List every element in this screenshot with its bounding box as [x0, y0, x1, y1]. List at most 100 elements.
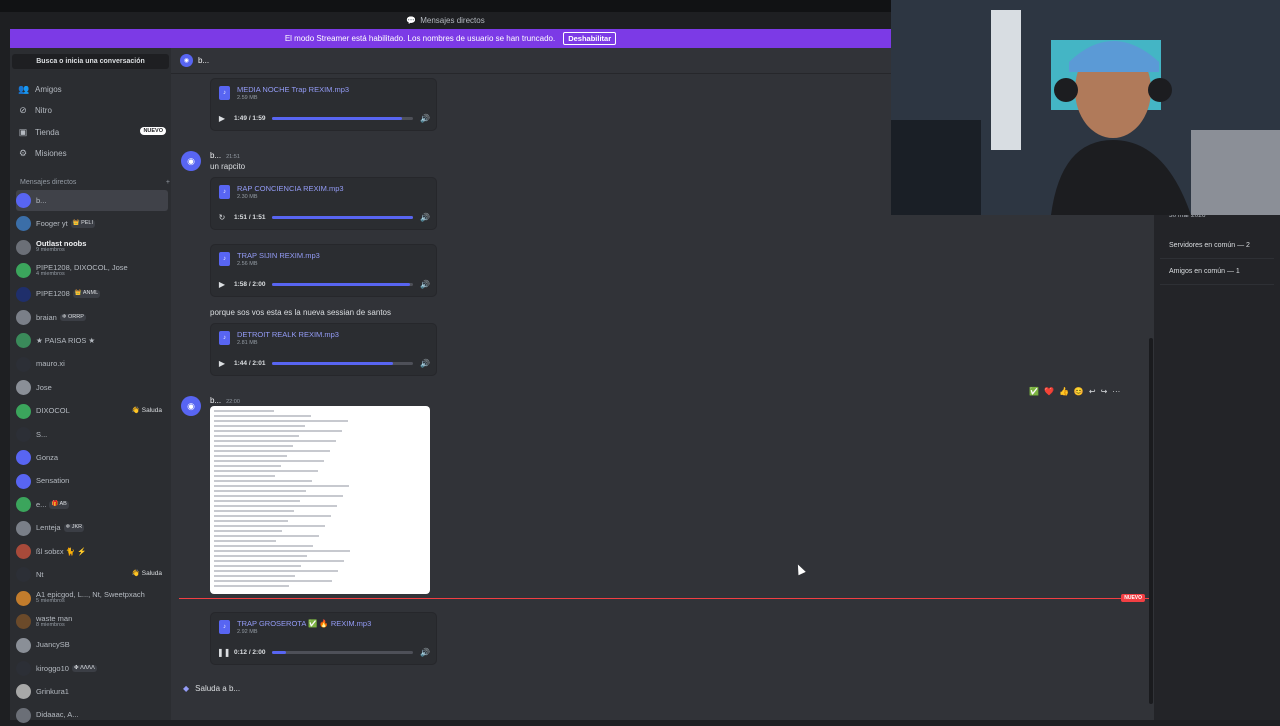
- play-icon[interactable]: ▶: [217, 359, 227, 368]
- file-size: 2.56 MB: [237, 261, 258, 267]
- dm-text: ßl sobɛx 🐈 ⚡: [36, 547, 86, 556]
- avatar: [16, 637, 31, 653]
- forward-icon[interactable]: ↪: [1101, 387, 1108, 396]
- webcam-overlay: [891, 0, 1280, 215]
- dm-item[interactable]: kiroggo10 ✤ ɅɅɅɅ: [16, 658, 168, 679]
- dm-text: Nt: [36, 571, 44, 579]
- play-icon[interactable]: ▶: [217, 280, 227, 289]
- dm-item[interactable]: PIPE1208 👑 ANML: [16, 284, 168, 305]
- dm-item[interactable]: Lenteja ❄ JKR: [16, 518, 168, 539]
- audio-seekbar[interactable]: [272, 362, 414, 365]
- chat-scrollbar[interactable]: [1149, 338, 1153, 704]
- avatar: [16, 567, 31, 583]
- author-avatar[interactable]: ◉: [181, 396, 201, 416]
- audio-file-icon: ♪: [219, 620, 230, 634]
- dm-item[interactable]: e... 🎁 AB: [16, 494, 168, 515]
- dm-item[interactable]: Grinkura1: [16, 681, 168, 702]
- dm-item[interactable]: Didaaac, A...: [16, 705, 168, 726]
- dm-item[interactable]: Sensation: [16, 471, 168, 492]
- audio-seekbar[interactable]: [272, 117, 414, 120]
- message-author[interactable]: b...: [210, 396, 221, 405]
- dm-item[interactable]: A1 epicgod, L..., Nt, Sweetpxach 5 miembr…: [16, 588, 168, 609]
- avatar: [16, 544, 31, 559]
- dm-item[interactable]: DIXOCOL 👋 Saluda: [16, 401, 168, 422]
- reply-icon[interactable]: ↩: [1089, 387, 1096, 396]
- screenshot-line: [214, 555, 307, 557]
- dm-item[interactable]: braian ❄ ORRP: [16, 307, 168, 328]
- react-heart-icon[interactable]: ❤️: [1044, 387, 1054, 396]
- audio-seekbar[interactable]: [272, 283, 414, 286]
- banner-text: El modo Streamer está habilitado. Los no…: [284, 34, 556, 43]
- author-avatar[interactable]: ◉: [181, 151, 201, 171]
- dm-item[interactable]: mauro.xi: [16, 354, 168, 375]
- file-name-link[interactable]: MEDIA NOCHE Trap REXIM.mp3: [237, 85, 349, 94]
- friends-icon: 👥: [18, 83, 30, 94]
- add-dm-icon[interactable]: +: [166, 179, 170, 186]
- react-thumbs-up-icon[interactable]: 👍: [1059, 387, 1069, 396]
- screenshot-line: [214, 465, 281, 467]
- file-name-link[interactable]: TRAP GROSEROTA ✅ 🔥 REXIM.mp3: [237, 619, 371, 628]
- mutual-servers[interactable]: Servidores en común — 2: [1169, 242, 1250, 249]
- new-messages-divider: NUEVO: [179, 594, 1149, 602]
- screenshot-line: [214, 525, 325, 527]
- dm-item[interactable]: Fooger yt 👑 PELI: [16, 213, 168, 234]
- dm-item[interactable]: b...: [16, 190, 168, 211]
- volume-icon[interactable]: 🔊: [420, 359, 430, 368]
- screenshot-line: [214, 470, 318, 472]
- dm-item[interactable]: Jose: [16, 377, 168, 398]
- dm-text: e... 🎁 AB: [36, 500, 69, 509]
- dm-item[interactable]: JuancySB: [16, 635, 168, 656]
- file-size: 2.30 MB: [237, 194, 258, 200]
- dm-item[interactable]: Outlast noobs 9 miembros: [16, 237, 168, 258]
- nav-label: Tienda: [35, 127, 60, 137]
- volume-icon[interactable]: 🔊: [420, 648, 430, 657]
- search-conversation-button[interactable]: Busca o inicia una conversación: [12, 54, 169, 69]
- file-name-link[interactable]: RAP CONCIENCIA REXIM.mp3: [237, 184, 344, 193]
- dm-name: Jose: [36, 382, 52, 392]
- audio-attachment: ♪ MEDIA NOCHE Trap REXIM.mp3 2.59 MB ▶ 1…: [210, 78, 437, 131]
- dm-item[interactable]: ßl sobɛx 🐈 ⚡: [16, 541, 168, 562]
- nav-friends[interactable]: 👥 Amigos: [18, 80, 168, 98]
- mutual-friends[interactable]: Amigos en común — 1: [1169, 268, 1240, 275]
- message-author[interactable]: b...: [210, 151, 221, 160]
- nav-shop[interactable]: ▣ Tienda NUEVO: [18, 123, 168, 141]
- audio-seekbar[interactable]: [272, 651, 414, 654]
- quests-icon: ⚙: [18, 147, 28, 158]
- add-reaction-icon[interactable]: 😊: [1074, 387, 1084, 396]
- avatar: [16, 450, 31, 466]
- nav-quests[interactable]: ⚙ Misiones: [18, 144, 168, 162]
- nitro-icon: ⊘: [19, 104, 27, 115]
- dm-name: Grinkura1: [36, 686, 69, 696]
- wave-button[interactable]: 👋 Saluda: [132, 569, 162, 577]
- pause-icon[interactable]: ❚❚: [217, 648, 230, 657]
- image-attachment[interactable]: [210, 406, 430, 594]
- avatar: [16, 239, 31, 255]
- disable-streamer-button[interactable]: Deshabilitar: [563, 32, 617, 45]
- dm-item[interactable]: ★ PAISA RIOS ★: [16, 330, 168, 351]
- replay-icon[interactable]: ↻: [217, 213, 227, 222]
- nav-nitro[interactable]: ⊘ Nitro: [18, 101, 168, 119]
- volume-icon[interactable]: 🔊: [420, 114, 430, 123]
- dm-text: Grinkura1: [36, 688, 69, 696]
- more-options-icon[interactable]: ···: [1112, 387, 1120, 396]
- audio-file-icon: ♪: [219, 86, 230, 100]
- dm-text: braian ❄ ORRP: [36, 313, 86, 322]
- volume-icon[interactable]: 🔊: [420, 280, 430, 289]
- play-icon[interactable]: ▶: [217, 114, 227, 123]
- dm-item[interactable]: S...: [16, 424, 168, 445]
- dm-item[interactable]: Nt 👋 Saluda: [16, 564, 168, 585]
- file-name-link[interactable]: TRAP SIJIN REXIM.mp3: [237, 251, 320, 260]
- dm-item[interactable]: waste man 8 miembros: [16, 611, 168, 632]
- dm-item[interactable]: Gonza: [16, 447, 168, 468]
- file-name-link[interactable]: DETROIT REALK REXIM.mp3: [237, 330, 339, 339]
- window-title: Mensajes directos: [420, 16, 485, 25]
- wave-button[interactable]: 👋 Saluda: [132, 406, 162, 414]
- screenshot-line: [214, 540, 276, 542]
- audio-seekbar[interactable]: [272, 216, 414, 219]
- dm-text: ★ PAISA RIOS ★: [36, 337, 95, 345]
- volume-icon[interactable]: 🔊: [420, 213, 430, 222]
- react-check-icon[interactable]: ✅: [1029, 387, 1039, 396]
- dm-item[interactable]: PIPE1208, DIXOCOL, Jose 4 miembros: [16, 260, 168, 281]
- audio-time: 1:44 / 2:01: [234, 360, 266, 367]
- wave-composer[interactable]: ◆ Saluda a b...: [183, 684, 240, 693]
